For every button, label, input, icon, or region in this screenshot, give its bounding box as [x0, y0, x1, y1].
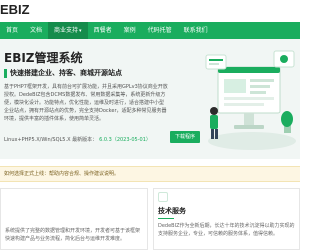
card-text: DedeBIZ作为全新后期，长达十年的技术沉淀得以助力实现的支持服务企业，专业，… [158, 223, 295, 237]
nav-item-contact[interactable]: 联系我们 [178, 22, 214, 39]
nav-item-business-support[interactable]: 商业支持▾ [48, 22, 88, 39]
hero-section: EBIZ管理系统 快速搭建企业、持客、商城开源站点 基于PHP7框架开发，具有前… [0, 39, 300, 159]
hero-version-info: Linux+PHP5.X/Win/SQL5.X 最新版本： 6.0.3（2023-… [4, 136, 151, 143]
nav-item-cases[interactable]: 案例 [118, 22, 142, 39]
hero-subtitle-row: 快速搭建企业、持客、商城开源站点 [4, 68, 122, 78]
service-icon [158, 192, 168, 202]
site-logo[interactable]: EBIZ [0, 0, 30, 20]
feature-card-left: 系统提供了完整的数据管理和开发环境，开发者可基于该框架快速构建产品与业务流程，简… [0, 188, 148, 250]
download-button[interactable]: 下载程序 [170, 131, 200, 143]
accent-bar [4, 68, 7, 78]
card-title: 技术服务 [158, 207, 186, 215]
header-bar: EBIZ [0, 0, 300, 20]
chevron-down-icon: ▾ [79, 28, 82, 34]
main-nav: 首页 文档 商业支持▾ 西餐者 案例 代码托管 联系我们 [0, 22, 300, 39]
env-requirements: Linux+PHP5.X/Win/SQL5.X 最新版本： [4, 137, 98, 143]
hero-illustration [205, 50, 296, 150]
notice-text: 如何选择正式上线：帮助内容合规、操作建议说明。 [4, 171, 120, 177]
nav-item-docs[interactable]: 文档 [24, 22, 48, 39]
hero-description: 基于PHP7框架开发，具有前台可扩展功能，并且采用GPLv3协议商业开放授权。D… [4, 84, 168, 122]
notice-banner: 如何选择正式上线：帮助内容合规、操作建议说明。 [0, 166, 300, 182]
hero-title: EBIZ管理系统 [4, 51, 83, 65]
nav-item-code-hosting[interactable]: 代码托管 [142, 22, 178, 39]
nav-item-home[interactable]: 首页 [0, 22, 24, 39]
nav-item-xicanzhe[interactable]: 西餐者 [88, 22, 118, 39]
feature-card-text: 系统提供了完整的数据管理和开发环境，开发者可基于该框架快速构建产品与业务流程，简… [5, 228, 141, 242]
latest-version: 6.0.3（2023-05-01） [99, 137, 151, 143]
title-underline [158, 218, 174, 219]
card-title-row: 技术服务 [158, 206, 186, 216]
nav-item-business-support-label: 商业支持 [54, 27, 79, 34]
hero-subtitle: 快速搭建企业、持客、商城开源站点 [10, 69, 122, 77]
tech-service-card: 技术服务 DedeBIZ作为全新后期，长达十年的技术沉淀得以助力实现的支持服务企… [153, 188, 300, 250]
